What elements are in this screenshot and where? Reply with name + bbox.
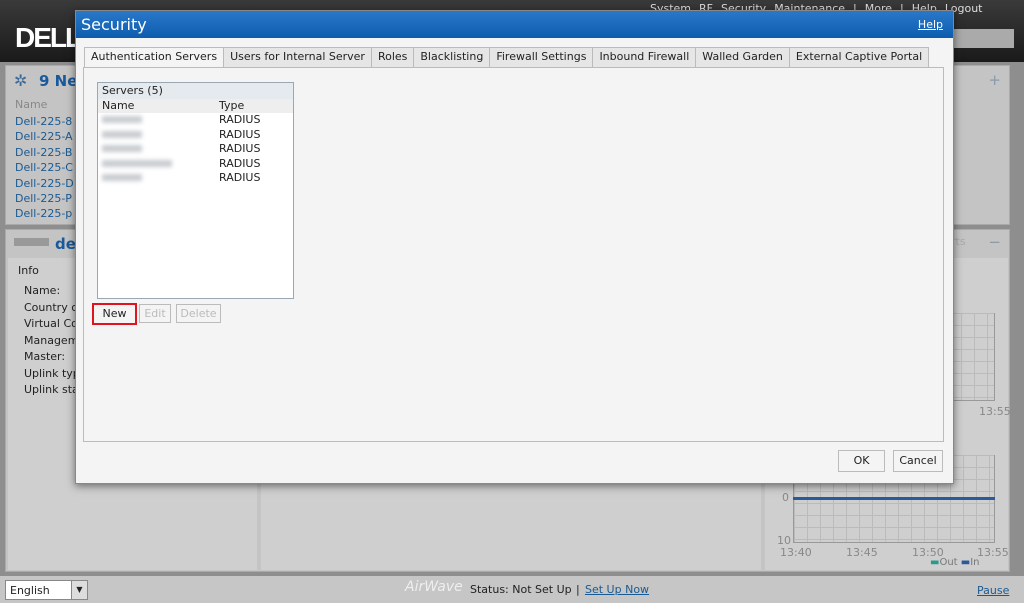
device-link[interactable]: Dell-225-A	[15, 129, 74, 144]
tab-external-captive-portal[interactable]: External Captive Portal	[788, 47, 930, 67]
server-type: RADIUS	[219, 127, 261, 141]
redacted-name	[102, 174, 142, 182]
airwave-logo: AirWave	[405, 579, 463, 595]
device-link[interactable]: Dell-225-p	[15, 206, 74, 221]
column-name[interactable]: Name	[98, 99, 215, 113]
tab-users-internal-server[interactable]: Users for Internal Server	[223, 47, 372, 67]
legend-out: Out	[939, 557, 958, 568]
device-icon	[14, 238, 49, 246]
name-column-header[interactable]: Name	[15, 98, 47, 111]
servers-caption: Servers (5)	[98, 83, 293, 99]
cancel-button[interactable]: Cancel	[893, 450, 943, 472]
servers-list: Servers (5) Name Type RADIUS RADIUS RADI…	[97, 82, 294, 299]
language-value: English	[10, 584, 50, 597]
pause-link[interactable]: Pause	[977, 584, 1009, 597]
server-type: RADIUS	[219, 156, 261, 170]
legend-in: In	[970, 557, 980, 568]
server-type: RADIUS	[219, 171, 261, 185]
x-tick: 13:55	[977, 546, 1009, 559]
footer: English ▼ AirWave Status: Not Set Up | S…	[0, 576, 1024, 603]
collapse-icon[interactable]: −	[988, 233, 1001, 251]
tab-bar: Authentication Servers Users for Interna…	[84, 47, 930, 68]
dialog-title-bar[interactable]: Security Help	[76, 11, 953, 38]
expand-icon[interactable]: +	[988, 71, 1001, 89]
redacted-name	[102, 116, 142, 123]
tab-authentication-servers[interactable]: Authentication Servers	[84, 47, 225, 68]
column-type[interactable]: Type	[215, 99, 244, 113]
device-link[interactable]: Dell-225-P	[15, 191, 74, 206]
y-tick: 0	[782, 491, 789, 504]
x-tick: 13:55	[979, 405, 1011, 418]
help-link[interactable]: Help	[918, 18, 943, 31]
separator: |	[576, 583, 580, 596]
chart-legend: ▬Out ▬In	[930, 557, 980, 568]
tab-roles[interactable]: Roles	[370, 47, 415, 67]
device-link[interactable]: Dell-225-8	[15, 114, 74, 129]
device-link[interactable]: Dell-225-B	[15, 145, 74, 160]
edit-button[interactable]: Edit	[139, 304, 171, 323]
new-button[interactable]: New	[92, 303, 137, 325]
device-list: Dell-225-8 Dell-225-A Dell-225-B Dell-22…	[15, 114, 74, 222]
server-type: RADIUS	[219, 113, 261, 126]
dell-logo: DELL	[15, 22, 82, 53]
tab-blacklisting[interactable]: Blacklisting	[413, 47, 491, 67]
redacted-name	[102, 145, 142, 153]
device-link[interactable]: Dell-225-C	[15, 160, 74, 175]
ok-button[interactable]: OK	[838, 450, 885, 472]
setup-now-link[interactable]: Set Up Now	[585, 583, 649, 596]
redacted-name	[102, 130, 142, 138]
x-tick: 13:40	[780, 546, 812, 559]
search-input[interactable]	[950, 29, 1014, 48]
chevron-down-icon[interactable]: ▼	[71, 581, 87, 599]
network-icon: ✲	[14, 71, 28, 90]
server-type: RADIUS	[219, 142, 261, 156]
tab-content: Servers (5) Name Type RADIUS RADIUS RADI…	[83, 67, 944, 442]
device-title: de	[55, 235, 76, 253]
networks-title: 9 Ne	[39, 72, 78, 90]
tab-walled-garden[interactable]: Walled Garden	[695, 47, 790, 67]
list-header: Name Type	[98, 99, 293, 113]
delete-button[interactable]: Delete	[176, 304, 221, 323]
dialog-title: Security	[81, 15, 147, 34]
security-dialog: Security Help Authentication Servers Use…	[75, 10, 954, 484]
list-item[interactable]: RADIUS	[98, 128, 293, 143]
x-tick: 13:45	[846, 546, 878, 559]
list-item[interactable]: RADIUS	[98, 157, 293, 172]
device-link[interactable]: Dell-225-D	[15, 176, 74, 191]
list-item[interactable]: RADIUS	[98, 113, 293, 128]
language-select[interactable]: English ▼	[5, 580, 88, 600]
redacted-name	[102, 159, 172, 167]
in-series-line	[793, 497, 995, 500]
tab-inbound-firewall[interactable]: Inbound Firewall	[592, 47, 697, 67]
list-item[interactable]: RADIUS	[98, 142, 293, 157]
list-item[interactable]: RADIUS	[98, 171, 293, 186]
tab-firewall-settings[interactable]: Firewall Settings	[489, 47, 594, 67]
status-text: Status: Not Set Up	[470, 583, 572, 596]
